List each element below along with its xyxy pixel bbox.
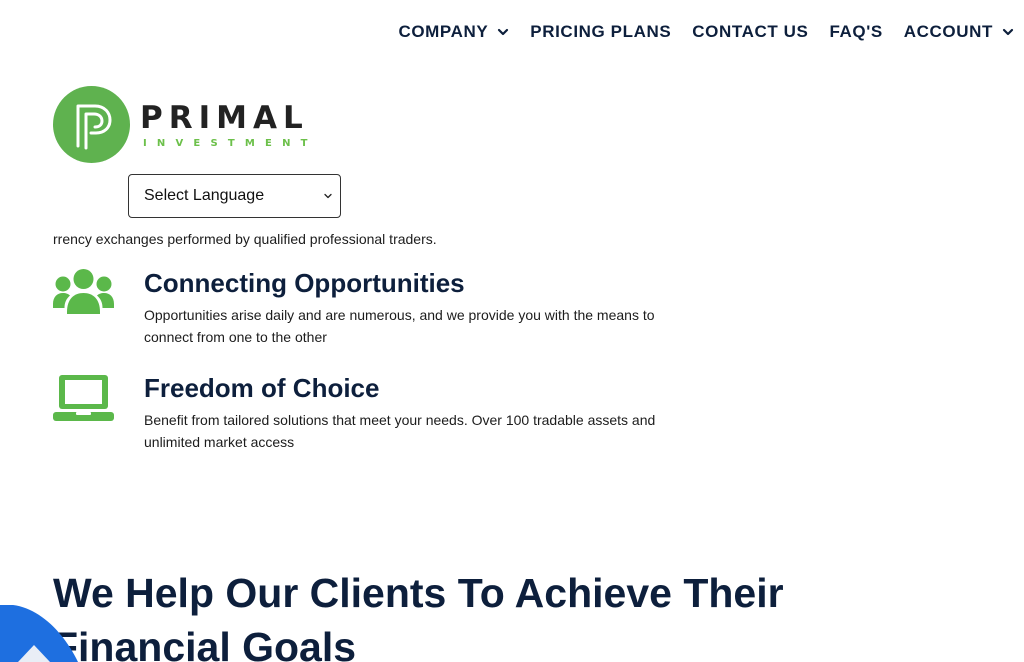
nav-company-label: COMPANY <box>398 22 489 41</box>
section-heading: We Help Our Clients To Achieve Their Fin… <box>53 570 784 662</box>
feature-freedom-of-choice: Freedom of Choice Benefit from tailored … <box>53 373 733 463</box>
p-letter-logo-icon <box>53 86 130 163</box>
nav-account-label: ACCOUNT <box>903 22 993 41</box>
language-select[interactable]: Select Language <box>128 174 341 218</box>
language-select-value: Select Language <box>144 187 265 204</box>
site-logo[interactable]: PRIMAL INVESTMENT <box>53 86 318 163</box>
logo-name: PRIMAL <box>140 100 309 136</box>
nav-faqs-label: FAQ'S <box>829 22 883 41</box>
feature-description: Benefit from tailored solutions that mee… <box>144 412 656 450</box>
users-group-icon <box>53 269 114 314</box>
nav-contact-us[interactable]: CONTACT US <box>692 22 808 42</box>
intro-text: rrency exchanges performed by qualified … <box>53 231 437 247</box>
feature-title: Freedom of Choice <box>144 373 380 403</box>
nav-faqs[interactable]: FAQ'S <box>829 22 882 42</box>
feature-description: Opportunities arise daily and are numero… <box>144 307 655 345</box>
nav-contact-us-label: CONTACT US <box>692 22 809 41</box>
nav-account[interactable]: ACCOUNT <box>904 22 1014 42</box>
nav-pricing-plans-label: PRICING PLANS <box>530 22 672 41</box>
chevron-down-icon <box>1002 26 1014 38</box>
page: COMPANY PRICING PLANS CONTACT US FAQ'S A… <box>0 0 1024 662</box>
main-nav: COMPANY PRICING PLANS CONTACT US FAQ'S A… <box>398 22 1014 42</box>
logo-wordmark: PRIMAL INVESTMENT <box>140 102 318 149</box>
chevron-down-icon <box>497 26 509 38</box>
chevron-down-icon <box>323 191 333 201</box>
nav-company[interactable]: COMPANY <box>398 22 509 42</box>
logo-subtitle: INVESTMENT <box>143 138 318 149</box>
feature-title: Connecting Opportunities <box>144 268 465 298</box>
nav-pricing-plans[interactable]: PRICING PLANS <box>530 22 671 42</box>
laptop-icon <box>53 375 114 421</box>
decorative-blue-shape-icon <box>0 605 78 662</box>
feature-connecting-opportunities: Connecting Opportunities Opportunities a… <box>53 268 733 358</box>
